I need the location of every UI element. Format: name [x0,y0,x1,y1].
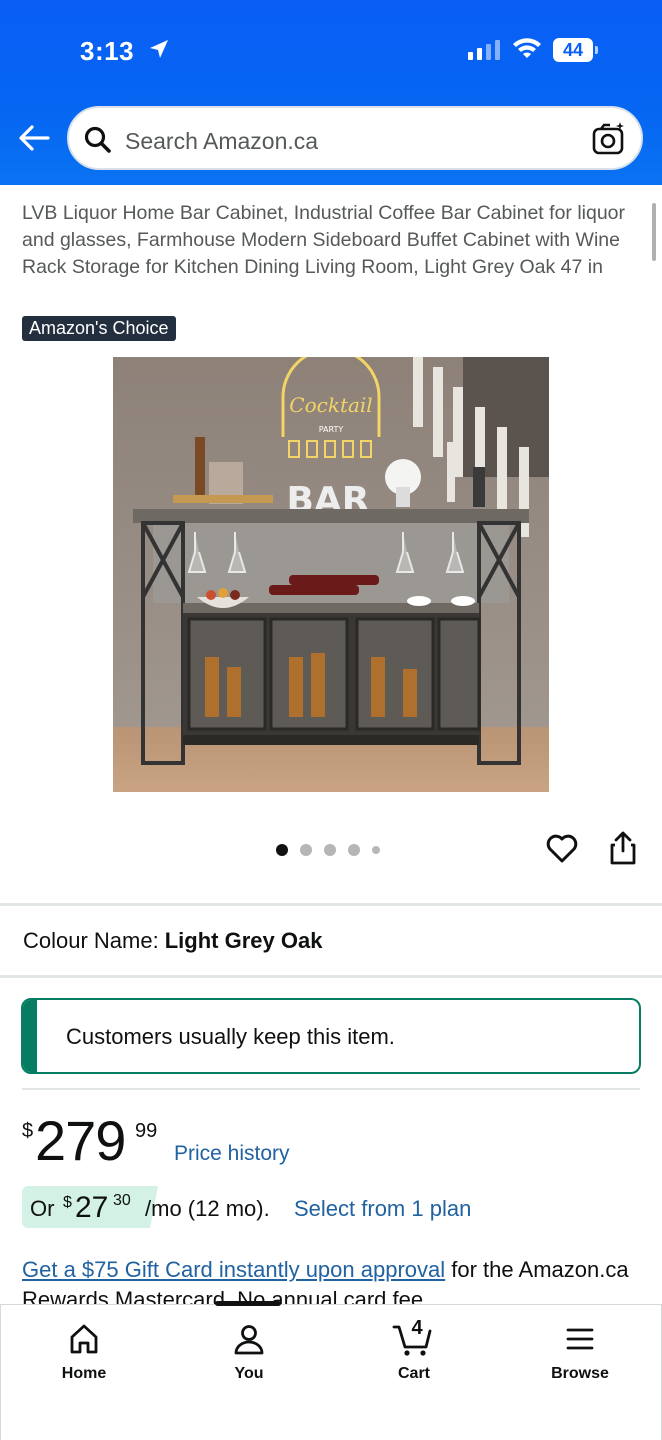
image-pagination-dots[interactable] [276,843,380,857]
monthly-symbol: $ [63,1194,72,1211]
colour-value: Light Grey Oak [164,928,323,953]
section-divider [0,903,662,906]
camera-search-icon[interactable] [591,121,627,157]
cart-count: 4 [411,1317,423,1339]
image-dot[interactable] [372,846,380,854]
image-dot[interactable] [300,844,312,856]
image-dot[interactable] [276,844,288,856]
image-dot[interactable] [324,844,336,856]
product-image[interactable]: Cocktail PARTY BAR [113,357,549,792]
nav-label-browse: Browse [551,1365,609,1382]
bar-cabinet-photo: Cocktail PARTY BAR [113,357,549,792]
person-icon [234,1325,264,1355]
location-arrow-icon [150,40,168,58]
search-input[interactable]: Search Amazon.ca [67,106,643,170]
nav-browse[interactable]: Browse [520,1319,640,1383]
keep-message-text: Customers usually keep this item. [66,1024,395,1049]
scroll-indicator [215,1301,281,1306]
nav-you[interactable]: You [189,1319,309,1383]
battery-icon: 44 [553,38,599,62]
section-divider [22,1088,640,1090]
price-whole: 279 [35,1109,126,1172]
amazons-choice-badge: Amazon's Choice [22,316,176,341]
colour-name-row[interactable]: Colour Name: Light Grey Oak [23,928,322,954]
gift-card-link[interactable]: Get a $75 Gift Card instantly upon appro… [22,1257,445,1282]
status-time: 3:13 [80,36,135,66]
product-title[interactable]: LVB Liquor Home Bar Cabinet, Industrial … [22,200,642,281]
search-icon [84,126,111,153]
monthly-prefix: Or [30,1196,55,1221]
wifi-icon [513,38,541,58]
scrollbar[interactable] [652,203,656,261]
monthly-fraction: 30 [113,1192,131,1209]
cellular-signal-icon [468,40,500,60]
select-plan-link[interactable]: Select from 1 plan [294,1196,471,1222]
home-icon [70,1324,98,1354]
menu-icon [566,1328,594,1350]
battery-level: 44 [562,40,584,60]
neon-sign-subtext: PARTY [319,425,344,434]
heart-icon[interactable] [545,831,579,865]
section-divider [0,975,662,978]
price-fraction: 99 [135,1120,158,1142]
price-symbol: $ [22,1120,34,1142]
nav-label-you: You [234,1365,264,1382]
nav-label-cart: Cart [397,1365,430,1382]
app-header: 3:13 44 Search Amazon.ca [0,0,662,185]
nav-cart[interactable]: 4 Cart [354,1317,474,1383]
nav-label-home: Home [61,1365,107,1382]
keep-accent-bar [23,1000,37,1072]
back-arrow-icon[interactable] [14,118,54,158]
monthly-suffix: /mo (12 mo). [145,1196,270,1221]
colour-label: Colour Name: [23,928,159,953]
customers-keep-message: Customers usually keep this item. [21,998,641,1074]
price-history-link[interactable]: Price history [174,1142,290,1166]
share-icon[interactable] [606,830,640,866]
neon-sign-text: Cocktail [289,393,372,417]
search-placeholder: Search Amazon.ca [125,128,319,154]
image-dot[interactable] [348,844,360,856]
bottom-navigation: Home You 4 Cart Browse [0,1304,662,1440]
monthly-whole: 27 [75,1191,109,1224]
nav-home[interactable]: Home [24,1319,144,1383]
